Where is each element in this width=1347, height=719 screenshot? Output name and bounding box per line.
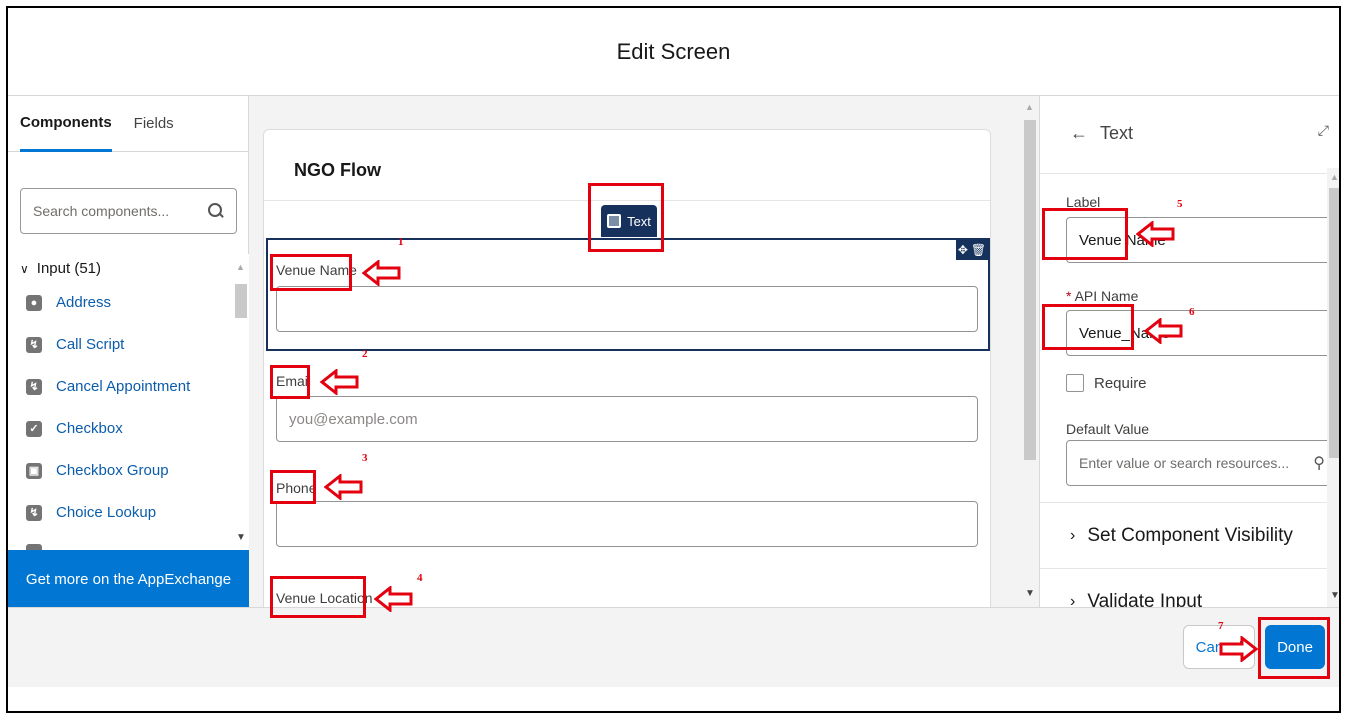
annotation-box-text-chip <box>588 183 664 252</box>
lightning-icon: ↯ <box>26 336 42 353</box>
annotation-number-2: 2 <box>362 348 368 360</box>
annotation-number-4: 4 <box>417 572 423 584</box>
components-panel: Components Fields Search components... ∨… <box>8 96 249 608</box>
expand-icon[interactable]: ⤢ <box>1318 122 1329 139</box>
tree-group-label: Input (51) <box>36 260 102 277</box>
phone-input[interactable] <box>276 501 978 547</box>
checkbox-icon: ✓ <box>26 420 42 437</box>
venue-name-input[interactable] <box>276 286 978 332</box>
tab-components[interactable]: Components <box>20 96 112 152</box>
list-item[interactable]: ↯ Choice Lookup <box>26 504 156 521</box>
annotation-number-7: 7 <box>1218 620 1224 632</box>
chevron-right-icon: › <box>1070 526 1076 544</box>
list-item[interactable]: ↯ Call Script <box>26 336 124 353</box>
annotation-box-7 <box>1258 617 1330 679</box>
list-item[interactable]: ↯ Cancel Appointment <box>26 378 190 395</box>
modal-header: Edit Screen <box>8 8 1339 96</box>
canvas-scrollbar[interactable]: ▲ ▼ <box>1021 96 1039 608</box>
annotation-arrow-7 <box>1219 636 1258 662</box>
panel-tabs: Components Fields <box>8 96 248 152</box>
lightning-icon: ↯ <box>26 504 42 521</box>
require-checkbox[interactable]: Require <box>1066 374 1147 392</box>
tree-group-input[interactable]: ∨ Input (51) <box>20 260 101 277</box>
list-item[interactable]: ✓ Checkbox <box>26 420 123 437</box>
api-name-caption-text: API Name <box>1074 288 1139 304</box>
delete-icon[interactable]: 🗑 <box>971 243 986 257</box>
email-input[interactable]: you@example.com <box>276 396 978 442</box>
annotation-arrow-4 <box>374 586 413 612</box>
annotation-box-6 <box>1042 304 1134 350</box>
location-icon: ● <box>26 294 42 311</box>
list-item[interactable]: ● Address <box>26 294 111 311</box>
annotation-number-6: 6 <box>1189 306 1195 318</box>
annotation-box-1 <box>270 254 352 291</box>
chevron-down-icon: ∨ <box>20 261 29 276</box>
section-component-visibility[interactable]: › Set Component Visibility <box>1040 502 1339 568</box>
list-item-label: Choice Lookup <box>56 504 157 521</box>
scroll-thumb[interactable] <box>235 284 247 318</box>
scroll-up-icon[interactable]: ▲ <box>1025 102 1034 112</box>
annotation-box-4 <box>270 576 366 618</box>
edit-screen-window: Edit Screen Components Fields Search com… <box>6 6 1341 713</box>
section-label: Set Component Visibility <box>1087 524 1293 546</box>
list-item-label: Checkbox <box>56 420 123 437</box>
flow-title: NGO Flow <box>294 160 381 180</box>
default-value-caption: Default Value <box>1066 421 1150 437</box>
scroll-thumb[interactable] <box>1329 188 1339 458</box>
list-item-label: Address <box>56 294 112 311</box>
annotation-arrow-5 <box>1136 221 1175 247</box>
modal-footer: Cancel Done <box>8 607 1339 687</box>
scroll-down-icon[interactable]: ▼ <box>1025 588 1035 599</box>
scroll-up-icon[interactable]: ▲ <box>236 262 245 272</box>
annotation-arrow-1 <box>362 260 401 286</box>
annotation-box-3 <box>270 470 316 504</box>
properties-panel: ← Text ⤢ Label Venue Name * API Name Ven… <box>1039 96 1339 612</box>
require-label: Require <box>1094 374 1147 392</box>
search-icon <box>208 203 224 219</box>
properties-scrollbar[interactable]: ▲ ▼ <box>1327 168 1339 608</box>
back-arrow-icon: ← <box>1070 123 1088 143</box>
annotation-box-5 <box>1042 208 1128 260</box>
properties-header: ← Text ⤢ <box>1040 96 1339 174</box>
annotation-number-1: 1 <box>398 236 404 248</box>
annotation-number-3: 3 <box>362 452 368 464</box>
list-item-label: Cancel Appointment <box>56 378 191 395</box>
list-item-label: Checkbox Group <box>56 462 169 479</box>
annotation-arrow-6 <box>1144 318 1183 344</box>
scroll-down-icon[interactable]: ▼ <box>236 532 246 543</box>
default-value-placeholder: Enter value or search resources... <box>1079 455 1290 471</box>
annotation-number-5: 5 <box>1177 198 1183 210</box>
list-item-label: Call Script <box>56 336 125 353</box>
api-name-caption: * API Name <box>1066 288 1138 304</box>
back-button[interactable]: ← Text <box>1070 123 1133 144</box>
annotation-arrow-3 <box>324 474 363 500</box>
list-item[interactable]: ▣ Checkbox Group <box>26 462 169 479</box>
annotation-box-2 <box>270 365 310 399</box>
scroll-up-icon[interactable]: ▲ <box>1330 172 1339 182</box>
move-icon[interactable]: ✥ <box>958 243 968 257</box>
lightning-icon: ↯ <box>26 378 42 395</box>
appexchange-button[interactable]: Get more on the AppExchange <box>8 550 249 608</box>
checkbox-box[interactable] <box>1066 374 1084 392</box>
components-tree: ∨ Input (51) ● Address ↯ Call Script ↯ C… <box>8 254 249 550</box>
scroll-down-icon[interactable]: ▼ <box>1330 590 1339 601</box>
component-tools: ✥ 🗑 <box>956 240 988 260</box>
default-value-input[interactable]: Enter value or search resources... ⚲ <box>1066 440 1338 486</box>
modal-title: Edit Screen <box>616 38 731 64</box>
required-mark: * <box>1066 288 1072 304</box>
scroll-thumb[interactable] <box>1024 120 1036 460</box>
annotation-arrow-2 <box>320 369 359 395</box>
properties-title: Text <box>1100 123 1134 143</box>
checkbox-group-icon: ▣ <box>26 462 42 479</box>
search-components-input[interactable]: Search components... <box>20 188 237 234</box>
search-placeholder: Search components... <box>33 203 170 219</box>
tab-fields[interactable]: Fields <box>134 96 174 152</box>
search-icon: ⚲ <box>1313 455 1325 472</box>
left-scrollbar[interactable]: ▲ ▼ <box>231 254 249 550</box>
